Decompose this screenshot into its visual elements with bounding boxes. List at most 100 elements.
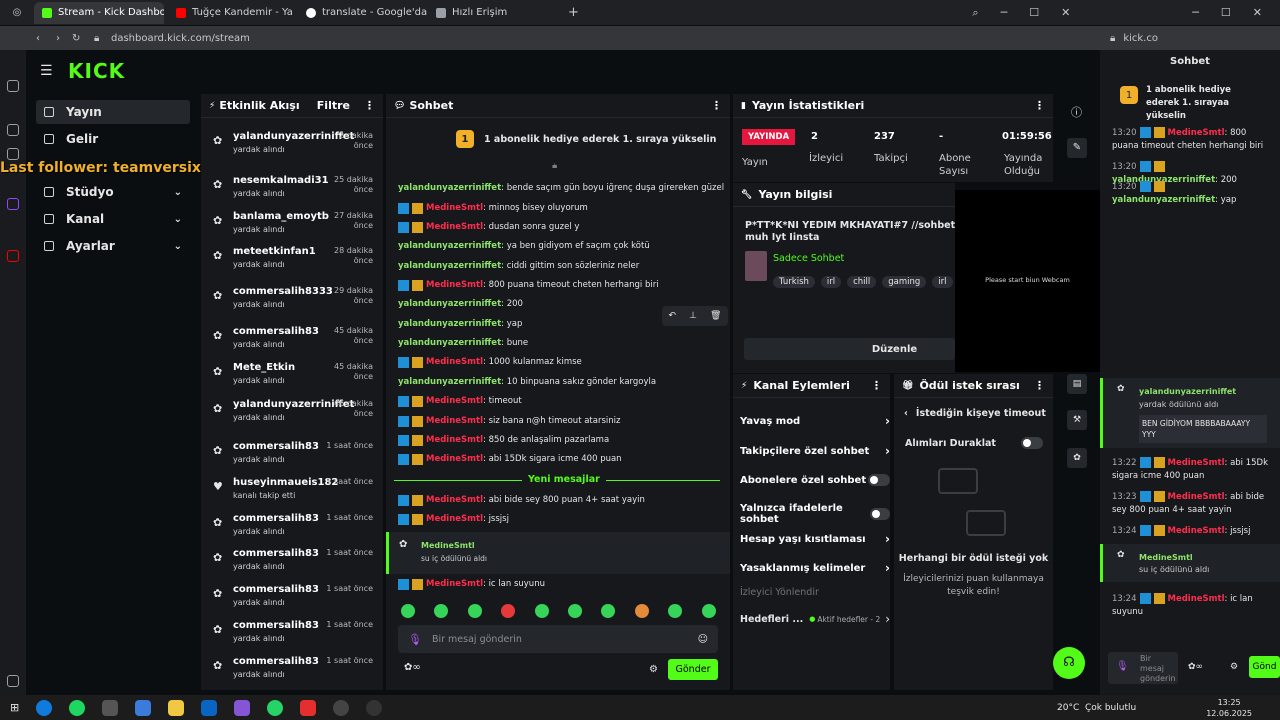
mic-icon[interactable]: 🎙︎ — [408, 633, 422, 646]
event-username[interactable]: commersalih83 — [233, 441, 319, 452]
trash-icon[interactable]: 🗑︎ — [710, 311, 721, 321]
address-bar-2[interactable]: 🔒︎ kick.co — [1100, 26, 1280, 50]
spotify-icon[interactable] — [69, 699, 86, 716]
back-icon[interactable]: ‹ — [36, 33, 40, 44]
chat-username[interactable]: yalandunyazerriniffet — [1112, 195, 1215, 205]
chat-username[interactable]: MedineSmtl — [1168, 594, 1225, 604]
points-icon[interactable]: ✿∞ — [404, 662, 421, 673]
more-icon[interactable]: ⋮ — [871, 379, 882, 392]
right-chat-banner[interactable]: 1 abonelik hediye ederek 1. sırayaa yüks… — [1146, 84, 1266, 123]
reload-icon[interactable]: ↻ — [72, 33, 80, 44]
tag-chip[interactable]: irl — [820, 276, 842, 288]
reward-subtitle-row[interactable]: ‹ İstediğin kişeye timeout — [904, 408, 1046, 419]
right-send-button[interactable]: Gönd — [1249, 656, 1280, 678]
chat-username[interactable]: yalandunyazerriniffet — [398, 377, 501, 387]
whatsapp-icon[interactable] — [267, 699, 284, 716]
channel-action-row[interactable]: Yasaklanmış kelimeler › — [740, 561, 890, 575]
tag-chip[interactable]: gaming — [882, 276, 927, 288]
youtube-icon[interactable] — [7, 250, 19, 262]
edit-button[interactable]: Düzenle — [744, 338, 955, 360]
send-button[interactable]: Gönder — [668, 659, 718, 680]
chat-username[interactable]: MedineSmtl — [426, 514, 483, 524]
chat-username[interactable]: yalandunyazerriniffet — [398, 319, 501, 329]
reward-user[interactable]: MedineSmtl — [1139, 553, 1193, 562]
reply-icon[interactable]: ↶ — [669, 311, 677, 321]
pause-toggle[interactable] — [1021, 437, 1043, 449]
collapse-icon[interactable]: ⩧ — [552, 162, 557, 172]
emoji-icon[interactable]: ☺ — [698, 634, 708, 645]
browser-menu-icon[interactable]: ◎ — [0, 7, 34, 18]
event-username[interactable]: commersalih8333 — [233, 286, 333, 297]
channel-action-row[interactable]: Abonelere özel sohbet — [740, 474, 890, 486]
goals-row[interactable]: Hedefleri ... ● Aktif hedefler - 2 › — [740, 612, 890, 626]
chat-username[interactable]: MedineSmtl — [426, 222, 483, 232]
event-username[interactable]: banlama_emoytb — [233, 211, 329, 222]
app-icon[interactable] — [300, 699, 317, 716]
event-username[interactable]: nesemkalmadi31 — [233, 175, 329, 186]
more-icon[interactable]: ⋮ — [364, 99, 375, 112]
maximize-icon-2[interactable]: ☐ — [1221, 6, 1231, 20]
emote-icon[interactable] — [634, 604, 649, 618]
chat-username[interactable]: MedineSmtl — [426, 435, 483, 445]
tag-chip[interactable]: Turkish — [773, 276, 815, 288]
emote-icon[interactable] — [467, 604, 482, 618]
right-chat-input[interactable]: 🎙︎ Bir mesaj gönderin — [1108, 652, 1178, 684]
close-icon[interactable]: ✕ — [1061, 6, 1070, 20]
chat-username[interactable]: MedineSmtl — [1168, 526, 1225, 536]
chat-username[interactable]: MedineSmtl — [426, 416, 483, 426]
channel-action-row[interactable]: Takipçilere özel sohbet › — [740, 444, 890, 458]
channel-action-row[interactable]: Hesap yaşı kısıtlaması › — [740, 532, 890, 546]
tag-chip[interactable]: irl — [932, 276, 953, 288]
minimize-icon-2[interactable]: ─ — [1192, 6, 1199, 20]
event-username[interactable]: commersalih83 — [233, 513, 319, 524]
minimize-icon[interactable]: ─ — [1001, 6, 1008, 20]
rail-app-icon[interactable] — [7, 124, 19, 136]
reward-user[interactable]: MedineSmtl — [421, 541, 475, 550]
more-icon[interactable]: ⋮ — [711, 99, 722, 112]
chat-username[interactable]: yalandunyazerriniffet — [398, 241, 501, 251]
event-username[interactable]: commersalih83 — [233, 548, 319, 559]
start-icon[interactable]: ⊞ — [10, 701, 19, 714]
emote-icon[interactable] — [701, 604, 716, 618]
chat-username[interactable]: MedineSmtl — [426, 280, 483, 290]
tab-youtube[interactable]: Tuğçe Kandemir - Ya — [168, 2, 298, 24]
nav-studyo[interactable]: Stüdyo ⌄ — [36, 180, 190, 204]
reward-user[interactable]: yalandunyazerriniffet — [1139, 387, 1236, 396]
emote-icon[interactable] — [568, 604, 582, 618]
chat-username[interactable]: yalandunyazerriniffet — [398, 299, 501, 309]
nav-yayin[interactable]: Yayın — [36, 100, 190, 124]
chat-username[interactable]: MedineSmtl — [1168, 128, 1225, 138]
edge-icon[interactable] — [36, 699, 53, 716]
rail-app-icon[interactable] — [7, 148, 19, 160]
app-icon[interactable] — [234, 699, 251, 716]
clock[interactable]: 13:25 12.06.2025 — [1206, 697, 1252, 719]
twitch-icon[interactable] — [7, 198, 19, 210]
event-username[interactable]: commersalih83 — [233, 584, 319, 595]
chat-username[interactable]: MedineSmtl — [1168, 458, 1225, 468]
emote-icon[interactable] — [534, 604, 549, 618]
chat-username[interactable]: MedineSmtl — [426, 203, 483, 213]
url-text-2[interactable]: kick.co — [1123, 33, 1158, 44]
search-icon[interactable]: ⌕ — [972, 6, 978, 20]
event-username[interactable]: meteetkinfan1 — [233, 246, 316, 257]
tab-google[interactable]: translate - Google'da Ara — [298, 2, 428, 24]
nav-gelir[interactable]: Gelir — [36, 127, 190, 151]
forward-icon[interactable]: › — [56, 33, 60, 44]
tab-kick-dashboard[interactable]: Stream - Kick Dashboard — [34, 1, 164, 24]
chat-username[interactable]: yalandunyazerriniffet — [398, 338, 501, 348]
layout-icon[interactable]: ▤ — [1067, 374, 1087, 394]
address-bar[interactable]: ‹ › ↻ 🔒︎ dashboard.kick.com/stream — [0, 26, 1100, 50]
event-username[interactable]: commersalih83 — [233, 656, 319, 667]
action-toggle[interactable] — [870, 508, 890, 520]
new-tab-icon[interactable]: + — [568, 5, 579, 20]
maximize-icon[interactable]: ☐ — [1029, 6, 1039, 20]
event-username[interactable]: commersalih83 — [233, 620, 319, 631]
hamburger-icon[interactable]: ☰ — [40, 63, 53, 79]
close-icon-2[interactable]: ✕ — [1253, 6, 1262, 20]
action-toggle[interactable] — [868, 474, 890, 486]
chat-username[interactable]: MedineSmtl — [426, 495, 483, 505]
wrench-icon[interactable]: ⚒ — [1067, 410, 1087, 430]
url-text[interactable]: dashboard.kick.com/stream — [111, 33, 250, 44]
nav-kanal[interactable]: Kanal ⌄ — [36, 207, 190, 231]
more-icon[interactable]: ⋮ — [1034, 99, 1045, 112]
